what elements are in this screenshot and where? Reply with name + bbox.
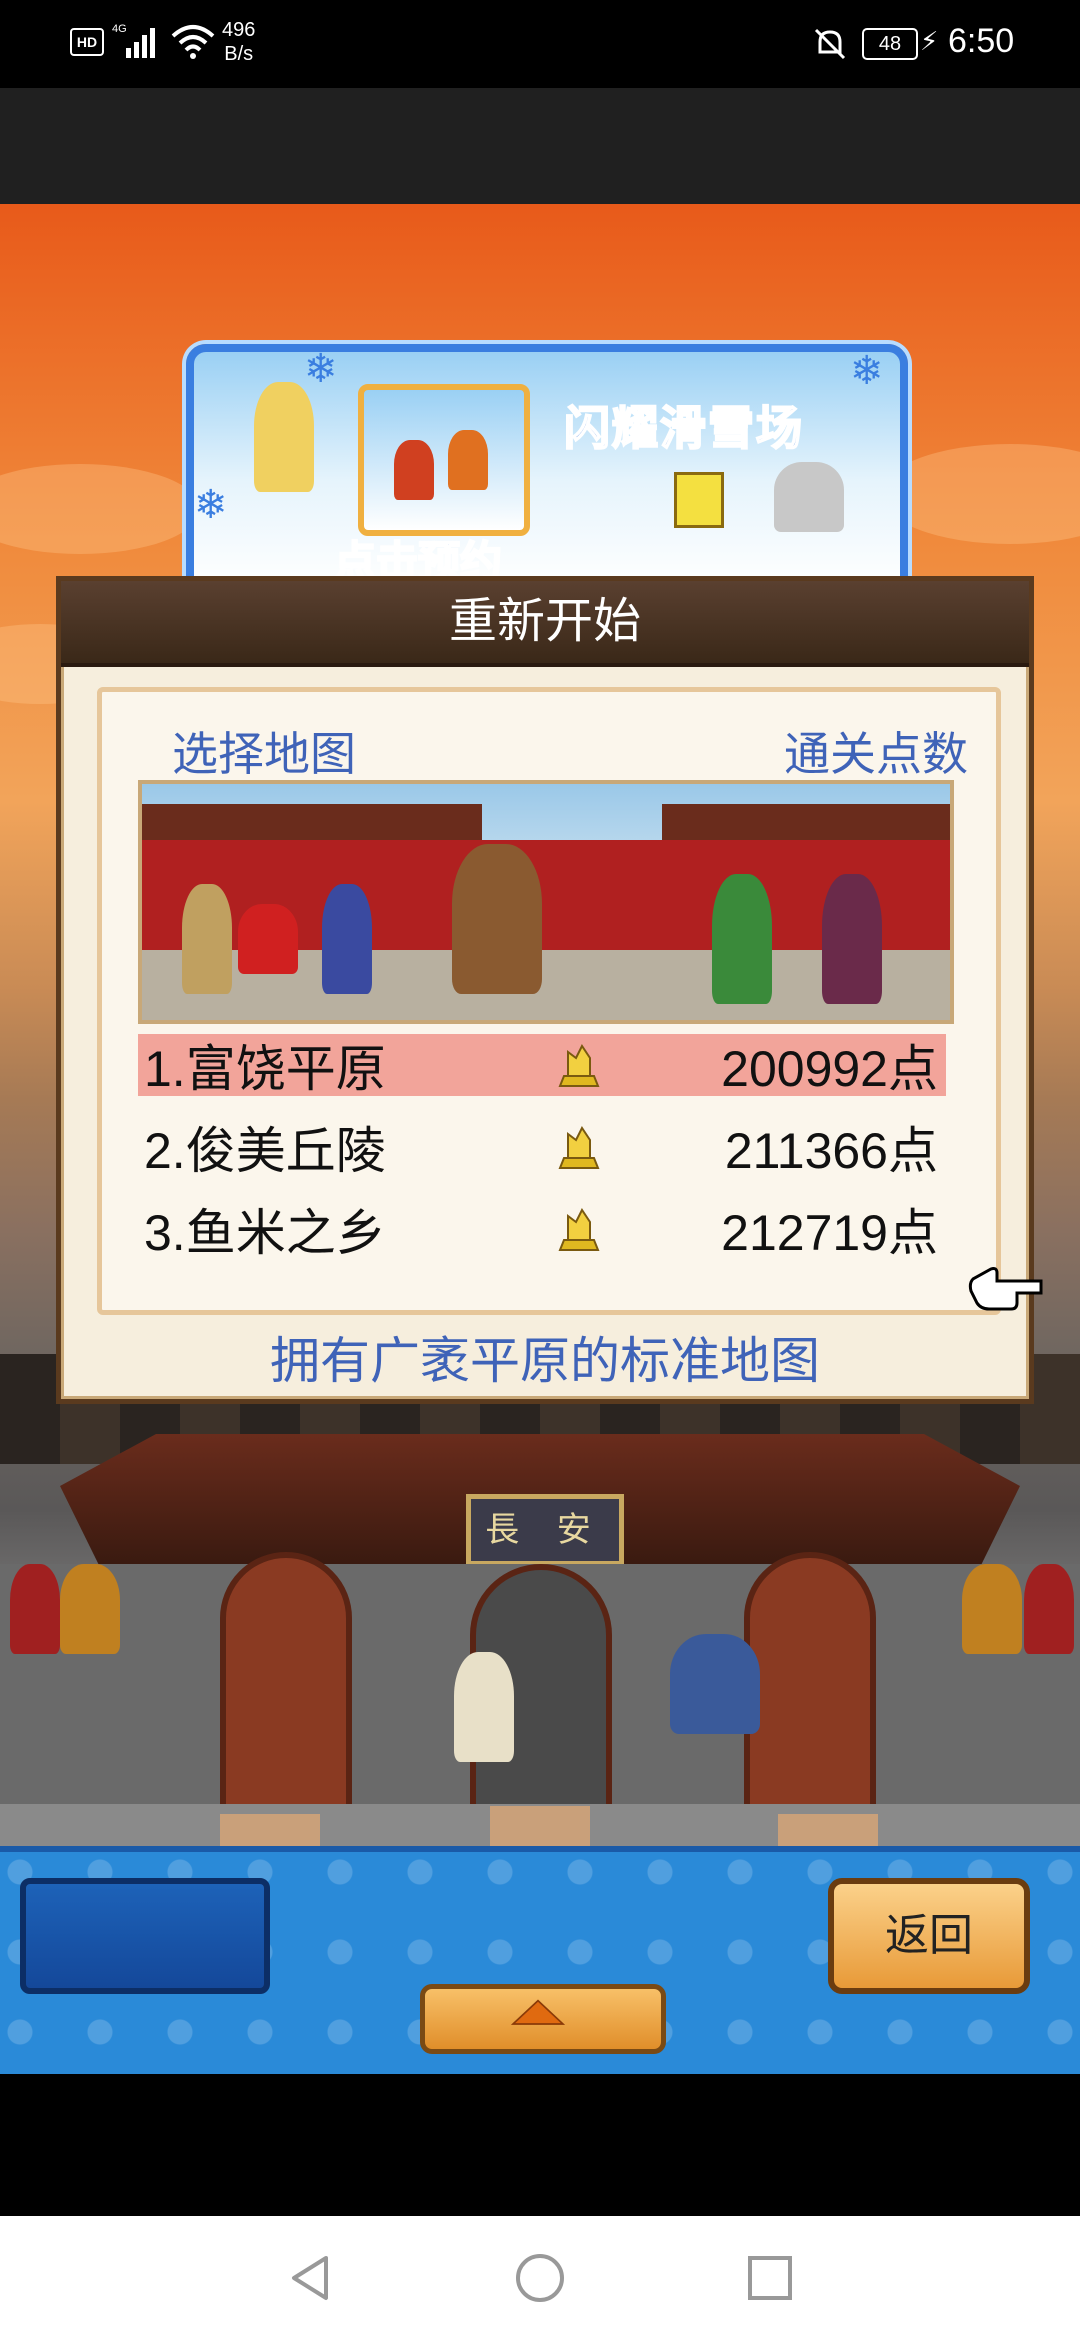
- clock: 6:50: [948, 22, 1015, 60]
- promo-thumbnail: [358, 384, 530, 536]
- trophy-icon: [558, 1208, 600, 1251]
- trophy-icon: [558, 1126, 600, 1169]
- gate-door-left: [220, 1552, 352, 1814]
- character-sprite: [712, 874, 772, 1004]
- character-sprite: [454, 1652, 514, 1762]
- snowflake-icon: ❄: [194, 483, 228, 527]
- home-nav-icon[interactable]: [514, 2252, 566, 2304]
- expand-up-button[interactable]: [420, 1984, 666, 2054]
- cellular-signal-icon: 4G: [112, 23, 155, 58]
- snowmobile-sprite: [774, 462, 844, 532]
- snowflake-icon: ❄: [850, 349, 884, 393]
- battery-indicator: 48: [862, 28, 918, 60]
- wifi-icon: [171, 25, 215, 59]
- map-option-1[interactable]: 1.富饶平原 200992点: [138, 1034, 946, 1097]
- back-button[interactable]: 返回: [828, 1878, 1030, 1994]
- clear-points: 212719点: [721, 1205, 938, 1261]
- promo-banner[interactable]: ❄ ❄ ❄ 闪耀滑雪场 点击预约: [186, 344, 908, 596]
- dialog-title: 重新开始: [61, 581, 1029, 667]
- map-name: 1.富饶平原: [144, 1041, 386, 1097]
- column-header-map: 选择地图: [172, 728, 356, 780]
- character-sprite: [322, 884, 372, 994]
- snowflake-icon: ❄: [304, 347, 338, 391]
- skier-sprite: [448, 430, 488, 490]
- charging-icon: ⚡: [920, 26, 939, 56]
- promo-title: 闪耀滑雪场: [563, 401, 804, 455]
- column-header-points: 通关点数: [784, 728, 968, 780]
- status-bar: HD 4G 496 B/s 48 ⚡ 6:50: [0, 0, 1080, 88]
- character-sprite: [182, 884, 232, 994]
- recents-nav-icon[interactable]: [744, 2252, 796, 2304]
- mascot-sprite: [674, 472, 724, 528]
- skier-sprite: [394, 440, 434, 500]
- svg-text:4G: 4G: [112, 23, 127, 35]
- map-description: 拥有广袤平原的标准地图: [270, 1333, 820, 1389]
- map-preview-image: [138, 780, 954, 1024]
- map-name: 3.鱼米之乡: [144, 1205, 386, 1261]
- map-option-3[interactable]: 3.鱼米之乡 212719点: [138, 1198, 946, 1261]
- map-name: 2.俊美丘陵: [144, 1123, 386, 1179]
- gate-door-right: [744, 1552, 876, 1814]
- guard-sprite: [10, 1564, 60, 1654]
- roof: [662, 804, 950, 840]
- character-sprite: [822, 874, 882, 1004]
- mute-bell-icon: [814, 28, 846, 60]
- triangle-up-icon: [510, 1999, 566, 2025]
- trophy-icon: [558, 1044, 600, 1087]
- skier-sprite: [254, 382, 314, 492]
- restart-dialog: 重新开始 选择地图 通关点数 1.富饶平原 200992点 2.俊美丘陵 211…: [56, 576, 1043, 1404]
- map-select-panel: 选择地图 通关点数 1.富饶平原 200992点 2.俊美丘陵 211366点 …: [97, 687, 1001, 1315]
- cloud: [880, 444, 1080, 544]
- hd-badge: HD: [70, 28, 104, 56]
- clear-points: 211366点: [724, 1123, 938, 1179]
- character-sprite: [670, 1634, 760, 1734]
- bottom-controls: 返回: [0, 1846, 1080, 2074]
- network-speed: 496 B/s: [222, 19, 256, 65]
- top-bar: [0, 88, 1080, 204]
- info-slot: [20, 1878, 270, 1994]
- roof: [142, 804, 482, 840]
- character-sprite: [452, 844, 542, 994]
- back-nav-icon[interactable]: [284, 2252, 336, 2304]
- guard-sprite: [60, 1564, 120, 1654]
- guard-sprite: [962, 1564, 1022, 1654]
- cloud: [0, 464, 200, 554]
- pointing-hand-icon: [968, 1267, 1043, 1311]
- stairs: [490, 1806, 590, 1846]
- guard-sprite: [1024, 1564, 1074, 1654]
- gate-plaque: 長 安: [466, 1494, 624, 1566]
- navigation-bar: [0, 2216, 1080, 2340]
- character-sprite: [238, 904, 298, 974]
- map-option-2[interactable]: 2.俊美丘陵 211366点: [138, 1116, 946, 1179]
- clear-points: 200992点: [721, 1041, 938, 1097]
